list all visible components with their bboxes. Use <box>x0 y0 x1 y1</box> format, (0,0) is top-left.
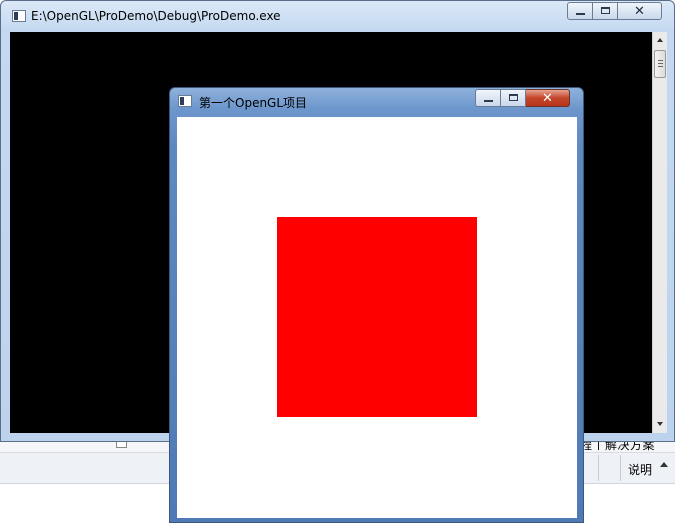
minimize-button[interactable] <box>567 2 593 20</box>
console-vertical-scrollbar[interactable] <box>652 32 667 433</box>
red-square <box>277 217 477 417</box>
close-button[interactable]: ✕ <box>526 89 570 107</box>
minimize-button[interactable] <box>475 89 501 107</box>
close-icon: ✕ <box>634 4 645 19</box>
opengl-app-icon[interactable] <box>178 95 192 107</box>
column-header-description[interactable]: 说明 <box>628 461 652 478</box>
maximize-button[interactable] <box>593 2 618 20</box>
scrollbar-thumb[interactable] <box>654 50 666 78</box>
scroll-down-arrow-icon[interactable] <box>657 422 663 426</box>
maximize-icon <box>601 7 610 14</box>
maximize-icon <box>509 94 518 101</box>
close-icon: ✕ <box>542 91 553 106</box>
column-separator[interactable] <box>598 455 599 481</box>
grip-icon <box>658 66 663 67</box>
maximize-button[interactable] <box>501 89 526 107</box>
grip-icon <box>658 60 663 61</box>
grip-icon <box>658 63 663 64</box>
console-app-icon[interactable] <box>12 10 26 22</box>
minimize-icon <box>484 100 493 102</box>
opengl-render-area[interactable] <box>177 117 577 518</box>
minimize-icon <box>576 13 585 15</box>
sort-up-icon[interactable] <box>660 462 668 467</box>
console-window-title: E:\OpenGL\ProDemo\Debug\ProDemo.exe <box>31 9 281 23</box>
console-caption-buttons: ✕ <box>567 2 662 20</box>
column-separator[interactable] <box>620 455 621 481</box>
opengl-window-title: 第一个OpenGL项目 <box>199 96 308 110</box>
opengl-caption-buttons: ✕ <box>475 89 570 107</box>
opengl-window: 第一个OpenGL项目 ✕ <box>169 87 584 523</box>
close-button[interactable]: ✕ <box>618 2 662 20</box>
scroll-up-arrow-icon[interactable] <box>657 38 663 42</box>
